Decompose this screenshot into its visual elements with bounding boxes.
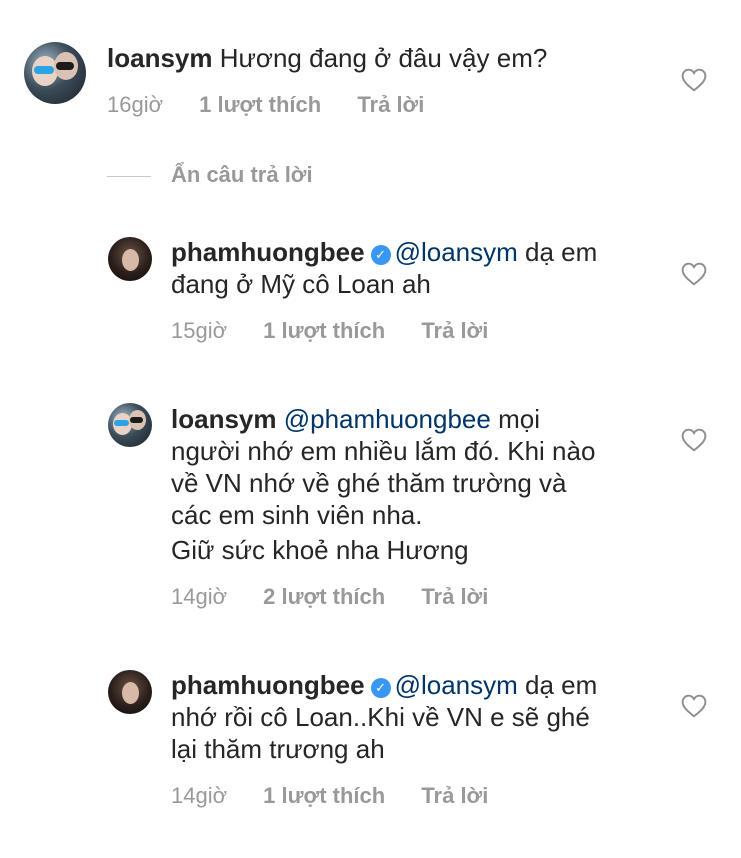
hide-replies-toggle[interactable]: Ẩn câu trả lời bbox=[107, 162, 313, 188]
avatar-loansym[interactable] bbox=[24, 42, 86, 104]
comment-text: đang ở Mỹ cô Loan ah bbox=[171, 269, 431, 299]
comment-text: các em sinh viên nha. bbox=[171, 500, 423, 530]
comment-1: loansym Hương đang ở đâu vậy em? 16giờ 1… bbox=[0, 0, 741, 130]
reply-button[interactable]: Trả lời bbox=[421, 318, 488, 343]
mention-link[interactable]: @loansym bbox=[395, 237, 518, 267]
comment-text: dạ em bbox=[525, 670, 598, 700]
reply-button[interactable]: Trả lời bbox=[421, 584, 488, 609]
comment-username[interactable]: loansym bbox=[171, 404, 277, 434]
comment-text: Hương đang ở đâu vậy em? bbox=[219, 43, 548, 73]
hide-replies-label: Ẩn câu trả lời bbox=[171, 162, 313, 187]
avatar-phamhuongbee[interactable] bbox=[108, 670, 152, 714]
comment-text: lại thăm trương ah bbox=[171, 734, 385, 764]
comment-username[interactable]: loansym bbox=[107, 43, 213, 73]
comment-text: dạ em bbox=[525, 237, 598, 267]
comment-4: phamhuongbee ✓ @loansym dạ em nhớ rồi cô L… bbox=[0, 664, 741, 824]
like-count[interactable]: 1 lượt thích bbox=[263, 783, 385, 808]
heart-outline-icon[interactable] bbox=[681, 262, 707, 286]
avatar-phamhuongbee[interactable] bbox=[108, 237, 152, 281]
heart-outline-icon[interactable] bbox=[681, 694, 707, 718]
verified-badge-icon: ✓ bbox=[370, 245, 391, 265]
comment-text: nhớ rồi cô Loan..Khi về VN e sẽ ghé bbox=[171, 702, 590, 732]
heart-outline-icon[interactable] bbox=[681, 68, 707, 92]
comment-username[interactable]: phamhuongbee bbox=[171, 237, 365, 267]
like-count[interactable]: 2 lượt thích bbox=[263, 584, 385, 609]
comment-text: mọi bbox=[498, 404, 540, 434]
comment-text: người nhớ em nhiều lắm đó. Khi nào bbox=[171, 436, 596, 466]
comment-time: 15giờ bbox=[171, 318, 228, 343]
comment-3: loansym @phamhuongbee mọi người nhớ em n… bbox=[0, 398, 741, 618]
mention-link[interactable]: @loansym bbox=[395, 670, 518, 700]
comment-text: Giữ sức khoẻ nha Hương bbox=[171, 535, 469, 565]
divider-line bbox=[107, 175, 151, 177]
comment-time: 14giờ bbox=[171, 783, 228, 808]
comment-time: 16giờ bbox=[107, 92, 164, 117]
reply-button[interactable]: Trả lời bbox=[421, 783, 488, 808]
comment-time: 14giờ bbox=[171, 584, 228, 609]
reply-button[interactable]: Trả lời bbox=[357, 92, 424, 117]
heart-outline-icon[interactable] bbox=[681, 428, 707, 452]
avatar-loansym[interactable] bbox=[108, 403, 152, 447]
mention-link[interactable]: @phamhuongbee bbox=[284, 404, 491, 434]
comment-username[interactable]: phamhuongbee bbox=[171, 670, 365, 700]
verified-badge-icon: ✓ bbox=[370, 678, 391, 698]
like-count[interactable]: 1 lượt thích bbox=[199, 92, 321, 117]
like-count[interactable]: 1 lượt thích bbox=[263, 318, 385, 343]
comment-text: về VN nhớ về ghé thăm trường và bbox=[171, 468, 567, 498]
comment-2: phamhuongbee ✓ @loansym dạ em đang ở Mỹ cô… bbox=[0, 230, 741, 360]
